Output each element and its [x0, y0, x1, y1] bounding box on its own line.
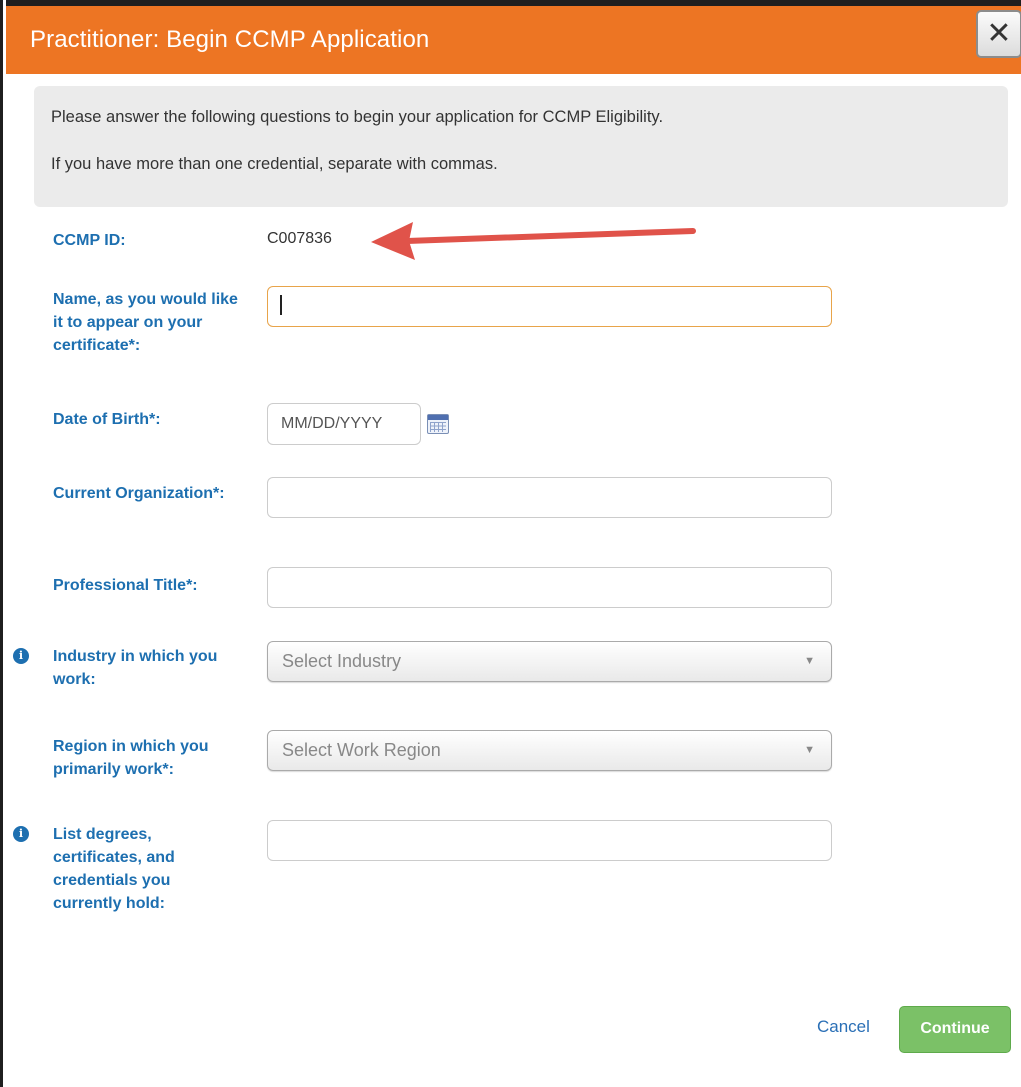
dob-input[interactable]: MM/DD/YYYY [267, 403, 421, 445]
continue-button[interactable]: Continue [899, 1006, 1011, 1053]
professional-title-label: Professional Title*: [53, 577, 198, 594]
name-input[interactable] [267, 286, 832, 327]
calendar-icon[interactable] [427, 414, 449, 434]
text-caret [280, 295, 282, 316]
ccmp-id-label: CCMP ID: [53, 232, 126, 249]
chevron-down-icon: ▼ [804, 655, 815, 667]
close-button[interactable]: ✕ [976, 10, 1021, 58]
region-select-value: Select Work Region [282, 740, 441, 760]
dialog-title: Practitioner: Begin CCMP Application [30, 26, 430, 53]
organization-label: Current Organization*: [53, 485, 225, 502]
region-label: Region in which you primarily work*: [53, 738, 209, 778]
industry-label: Industry in which you work: [53, 648, 218, 688]
info-icon[interactable]: i [13, 826, 29, 842]
application-dialog: Practitioner: Begin CCMP Application ✕ P… [0, 0, 1021, 1087]
dialog-titlebar: Practitioner: Begin CCMP Application [6, 0, 1021, 74]
instructions-line-1: Please answer the following questions to… [51, 108, 664, 126]
industry-select-value: Select Industry [282, 651, 402, 671]
region-select[interactable]: Select Work Region ▼ [267, 730, 832, 771]
cancel-link[interactable]: Cancel [817, 1017, 870, 1037]
organization-input[interactable] [267, 477, 832, 518]
ccmp-id-value: C007836 [267, 230, 332, 247]
credentials-label: List degrees, certificates, and credenti… [53, 826, 175, 912]
name-label: Name, as you would like it to appear on … [53, 291, 238, 354]
credentials-input[interactable] [267, 820, 832, 861]
close-icon: ✕ [986, 17, 1012, 50]
dob-label: Date of Birth*: [53, 411, 161, 428]
instructions-panel: Please answer the following questions to… [34, 86, 1008, 207]
instructions-line-2: If you have more than one credential, se… [51, 155, 498, 173]
professional-title-input[interactable] [267, 567, 832, 608]
annotation-arrow [371, 222, 696, 260]
info-icon[interactable]: i [13, 648, 29, 664]
chevron-down-icon: ▼ [804, 744, 815, 756]
industry-select[interactable]: Select Industry ▼ [267, 641, 832, 682]
